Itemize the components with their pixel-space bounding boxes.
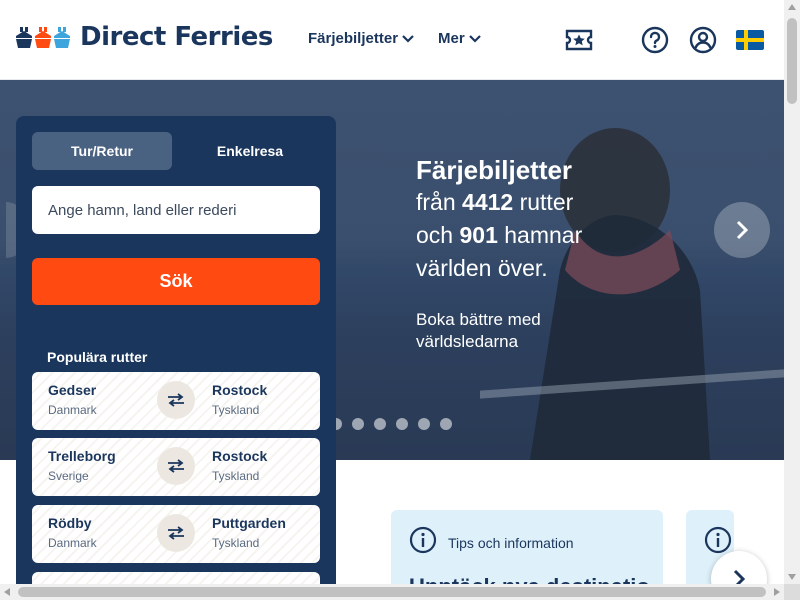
hero-line-world: världen över. [416, 255, 548, 281]
nav-more-label: Mer [438, 30, 465, 47]
brand-name: Direct Ferries [80, 22, 273, 52]
route-origin: Rödby Danmark [48, 515, 97, 550]
chevron-right-icon [736, 220, 749, 240]
vertical-scrollbar[interactable] [784, 0, 800, 584]
horizontal-scrollbar[interactable] [0, 584, 784, 600]
hero-title: Färjebiljetter [416, 155, 573, 185]
carousel-dot[interactable] [352, 418, 364, 430]
destination-city: Puttgarden [212, 515, 286, 531]
carousel-dots [330, 418, 452, 430]
hero-subtitle: Boka bättre med världsledarna [416, 310, 541, 351]
search-button[interactable]: Sök [32, 258, 320, 305]
nav-ferry-tickets[interactable]: Färjebiljetter [308, 30, 415, 47]
account-icon[interactable] [687, 24, 719, 56]
routes-count: 4412 [462, 189, 514, 215]
route-origin: Gedser Danmark [48, 382, 97, 417]
popular-routes-title: Populära rutter [47, 349, 148, 365]
trip-type-tabs: Tur/Retur Enkelresa [32, 132, 320, 170]
scroll-right-icon[interactable] [774, 588, 780, 596]
hero-text: Färjebiljetter från 4412 rutter och 901 … [416, 154, 586, 353]
swap-arrows-icon [157, 381, 195, 419]
origin-country: Danmark [48, 536, 97, 550]
scroll-left-icon[interactable] [4, 588, 10, 596]
route-destination: Rostock Tyskland [212, 382, 267, 417]
tab-one-way[interactable]: Enkelresa [180, 132, 320, 170]
carousel-dot[interactable] [418, 418, 430, 430]
brand-logo[interactable]: Direct Ferries [14, 22, 273, 52]
popular-route-item[interactable]: Gedser Danmark Rostock Tyskland [32, 372, 320, 430]
nav-ferry-tickets-label: Färjebiljetter [308, 30, 399, 47]
ports-count: 901 [459, 222, 498, 248]
site-header: Direct Ferries Färjebiljetter Mer [0, 0, 784, 80]
nav-more[interactable]: Mer [438, 30, 482, 47]
info-card[interactable]: Tips och information Upptäck nya destina… [391, 510, 663, 599]
carousel-dot[interactable] [396, 418, 408, 430]
destination-country: Tyskland [212, 536, 260, 550]
port-search-input[interactable] [32, 186, 320, 234]
destination-country: Tyskland [212, 403, 260, 417]
chevron-down-icon [402, 34, 414, 43]
info-icon [409, 526, 437, 554]
origin-city: Rödby [48, 515, 92, 531]
hero-line-ports: och 901 hamnar [416, 222, 583, 248]
popular-route-item[interactable]: Rödby Danmark Puttgarden Tyskland [32, 505, 320, 563]
route-destination: Puttgarden Tyskland [212, 515, 286, 550]
destination-country: Tyskland [212, 469, 260, 483]
vertical-scroll-thumb[interactable] [787, 18, 797, 104]
carousel-dot[interactable] [374, 418, 386, 430]
route-origin: Trelleborg Sverige [48, 448, 116, 483]
route-destination: Rostock Tyskland [212, 448, 267, 483]
swap-arrows-icon [157, 514, 195, 552]
help-icon[interactable] [639, 24, 671, 56]
horizontal-scroll-thumb[interactable] [18, 587, 766, 597]
search-panel: Tur/Retur Enkelresa Sök Populära rutter … [16, 116, 336, 592]
tab-return-trip[interactable]: Tur/Retur [32, 132, 172, 170]
origin-city: Trelleborg [48, 448, 116, 464]
info-icon [704, 526, 732, 554]
origin-country: Danmark [48, 403, 97, 417]
destination-city: Rostock [212, 382, 268, 398]
popular-route-item[interactable]: Trelleborg Sverige Rostock Tyskland [32, 438, 320, 496]
ferry-logo-icon [14, 24, 74, 50]
swedish-flag-icon[interactable] [734, 24, 766, 56]
carousel-dot[interactable] [440, 418, 452, 430]
swap-arrows-icon [157, 447, 195, 485]
origin-country: Sverige [48, 469, 89, 483]
scroll-up-icon[interactable] [788, 4, 796, 10]
ticket-icon[interactable] [563, 24, 595, 56]
hero-next-button[interactable] [714, 202, 770, 258]
destination-city: Rostock [212, 448, 268, 464]
origin-city: Gedser [48, 382, 97, 398]
info-card-title: Tips och information [448, 535, 574, 551]
chevron-down-icon [468, 34, 481, 43]
scrollbar-corner [784, 584, 800, 600]
scroll-down-icon[interactable] [788, 574, 796, 580]
hero-line-routes: från 4412 rutter [416, 189, 574, 215]
